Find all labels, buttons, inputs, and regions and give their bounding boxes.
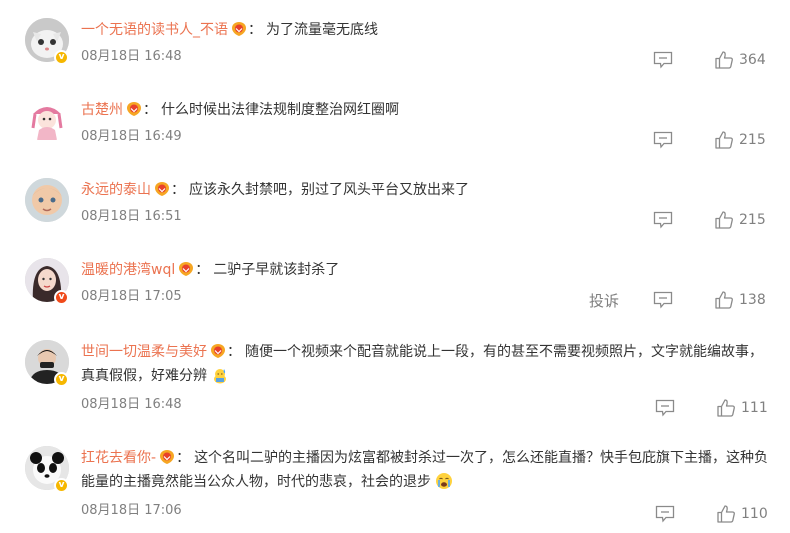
reply-button[interactable] bbox=[655, 505, 675, 523]
comment-icon bbox=[653, 51, 673, 69]
comment-icon bbox=[653, 211, 673, 229]
comment-text: 应该永久封禁吧，别过了风头平台又放出来了 bbox=[189, 182, 469, 198]
thumbs-up-icon bbox=[717, 399, 735, 417]
comment-text-line: 温暖的港湾wql ：二驴子早就该封杀了 bbox=[81, 258, 770, 282]
sweat-emoji-icon bbox=[214, 369, 226, 384]
like-button[interactable]: 364 bbox=[714, 50, 766, 70]
username-link[interactable]: 一个无语的读书人_不语 bbox=[81, 22, 228, 38]
like-count: 138 bbox=[739, 292, 766, 308]
reply-button[interactable] bbox=[653, 211, 673, 229]
like-button[interactable]: 215 bbox=[714, 130, 766, 150]
comment-item: 古楚州 ：什么时候出法律法规制度整治网红圈啊 08月18日 16:49 215 bbox=[0, 80, 790, 160]
fan-medal-icon bbox=[127, 102, 141, 116]
colon: ： bbox=[195, 262, 210, 278]
like-button[interactable]: 215 bbox=[714, 210, 766, 230]
comment-icon bbox=[653, 131, 673, 149]
colon: ： bbox=[227, 344, 241, 360]
comment-item: 永远的泰山：应该永久封禁吧，别过了风头平台又放出来了 08月18日 16:51 … bbox=[0, 160, 790, 240]
colon: ： bbox=[176, 450, 191, 466]
like-count: 364 bbox=[739, 52, 766, 68]
thumbs-up-icon bbox=[715, 291, 733, 309]
crying-emoji-icon bbox=[436, 473, 452, 489]
colon: ： bbox=[143, 102, 157, 118]
username-link[interactable]: 古楚州 bbox=[81, 102, 123, 118]
comment-item: v 世间一切温柔与美好：随便一个视频来个配音就能说上一段，有的甚至不需要视频照片… bbox=[0, 320, 790, 424]
reply-button[interactable] bbox=[653, 131, 673, 149]
username-link[interactable]: 扛花去看你- bbox=[81, 450, 156, 466]
like-button[interactable]: 111 bbox=[716, 398, 768, 418]
comment-time: 08月18日 16:49 bbox=[81, 129, 182, 144]
verified-badge: v bbox=[54, 372, 69, 387]
comment-icon bbox=[655, 505, 675, 523]
comment-time: 08月18日 16:48 bbox=[81, 49, 182, 64]
comment-text-line: 永远的泰山 ：应该永久封禁吧，别过了风头平台又放出来了 bbox=[81, 178, 770, 202]
comment-time: 08月18日 16:51 bbox=[81, 209, 182, 224]
comment-time: 08月18日 17:05 bbox=[81, 289, 182, 304]
fan-medal-icon bbox=[232, 22, 246, 36]
username-link[interactable]: 永远的泰山 bbox=[81, 182, 151, 198]
verified-badge: v bbox=[54, 50, 69, 65]
comment-time: 08月18日 16:48 bbox=[81, 397, 182, 412]
comment-text-line: 古楚州 ：什么时候出法律法规制度整治网红圈啊 bbox=[81, 98, 770, 122]
avatar[interactable] bbox=[25, 178, 69, 222]
thumbs-up-icon bbox=[715, 131, 733, 149]
comment-icon bbox=[655, 399, 675, 417]
thumbs-up-icon bbox=[715, 51, 733, 69]
comment-item: v 扛花去看你-：这个名叫二驴的主播因为炫富都被封杀过一次了，怎么还能直播？快手… bbox=[0, 424, 790, 533]
verified-badge: v bbox=[54, 290, 69, 305]
comment-text-line: 世间一切温柔与美好：随便一个视频来个配音就能说上一段，有的甚至不需要视频照片，文… bbox=[81, 340, 770, 388]
comment-item: v 一个无语的读书人_不语 ：为了流量毫无底线 08月18日 16:48 364 bbox=[0, 0, 790, 80]
report-button[interactable]: 投诉 bbox=[589, 290, 619, 311]
comment-item: v 温暖的港湾wql ：二驴子早就该封杀了 08月18日 17:05 投诉 138 bbox=[0, 240, 790, 320]
comment-text-line: 扛花去看你-：这个名叫二驴的主播因为炫富都被封杀过一次了，怎么还能直播？快手包庇… bbox=[81, 446, 770, 494]
fan-medal-icon bbox=[155, 182, 169, 196]
comment-icon bbox=[653, 291, 673, 309]
verified-badge: v bbox=[54, 478, 69, 493]
reply-button[interactable] bbox=[653, 291, 673, 309]
thumbs-up-icon bbox=[717, 505, 735, 523]
comment-text: 什么时候出法律法规制度整治网红圈啊 bbox=[161, 102, 399, 118]
comment-text: 二驴子早就该封杀了 bbox=[213, 262, 340, 278]
username-link[interactable]: 世间一切温柔与美好 bbox=[81, 344, 207, 360]
like-count: 215 bbox=[739, 132, 766, 148]
like-count: 111 bbox=[741, 400, 768, 416]
like-count: 215 bbox=[739, 212, 766, 228]
reply-button[interactable] bbox=[655, 399, 675, 417]
like-button[interactable]: 138 bbox=[714, 290, 766, 310]
colon: ： bbox=[248, 22, 262, 38]
colon: ： bbox=[171, 182, 185, 198]
fan-medal-icon bbox=[179, 262, 194, 276]
avatar[interactable] bbox=[25, 98, 69, 142]
like-button[interactable]: 110 bbox=[716, 504, 768, 524]
username-link[interactable]: 温暖的港湾wql bbox=[81, 262, 175, 278]
fan-medal-icon bbox=[160, 450, 175, 464]
thumbs-up-icon bbox=[715, 211, 733, 229]
comment-text: 为了流量毫无底线 bbox=[266, 22, 378, 38]
comment-time: 08月18日 17:06 bbox=[81, 503, 182, 518]
like-count: 110 bbox=[741, 506, 768, 522]
fan-medal-icon bbox=[211, 344, 225, 358]
comment-text-line: 一个无语的读书人_不语 ：为了流量毫无底线 bbox=[81, 18, 770, 42]
reply-button[interactable] bbox=[653, 51, 673, 69]
